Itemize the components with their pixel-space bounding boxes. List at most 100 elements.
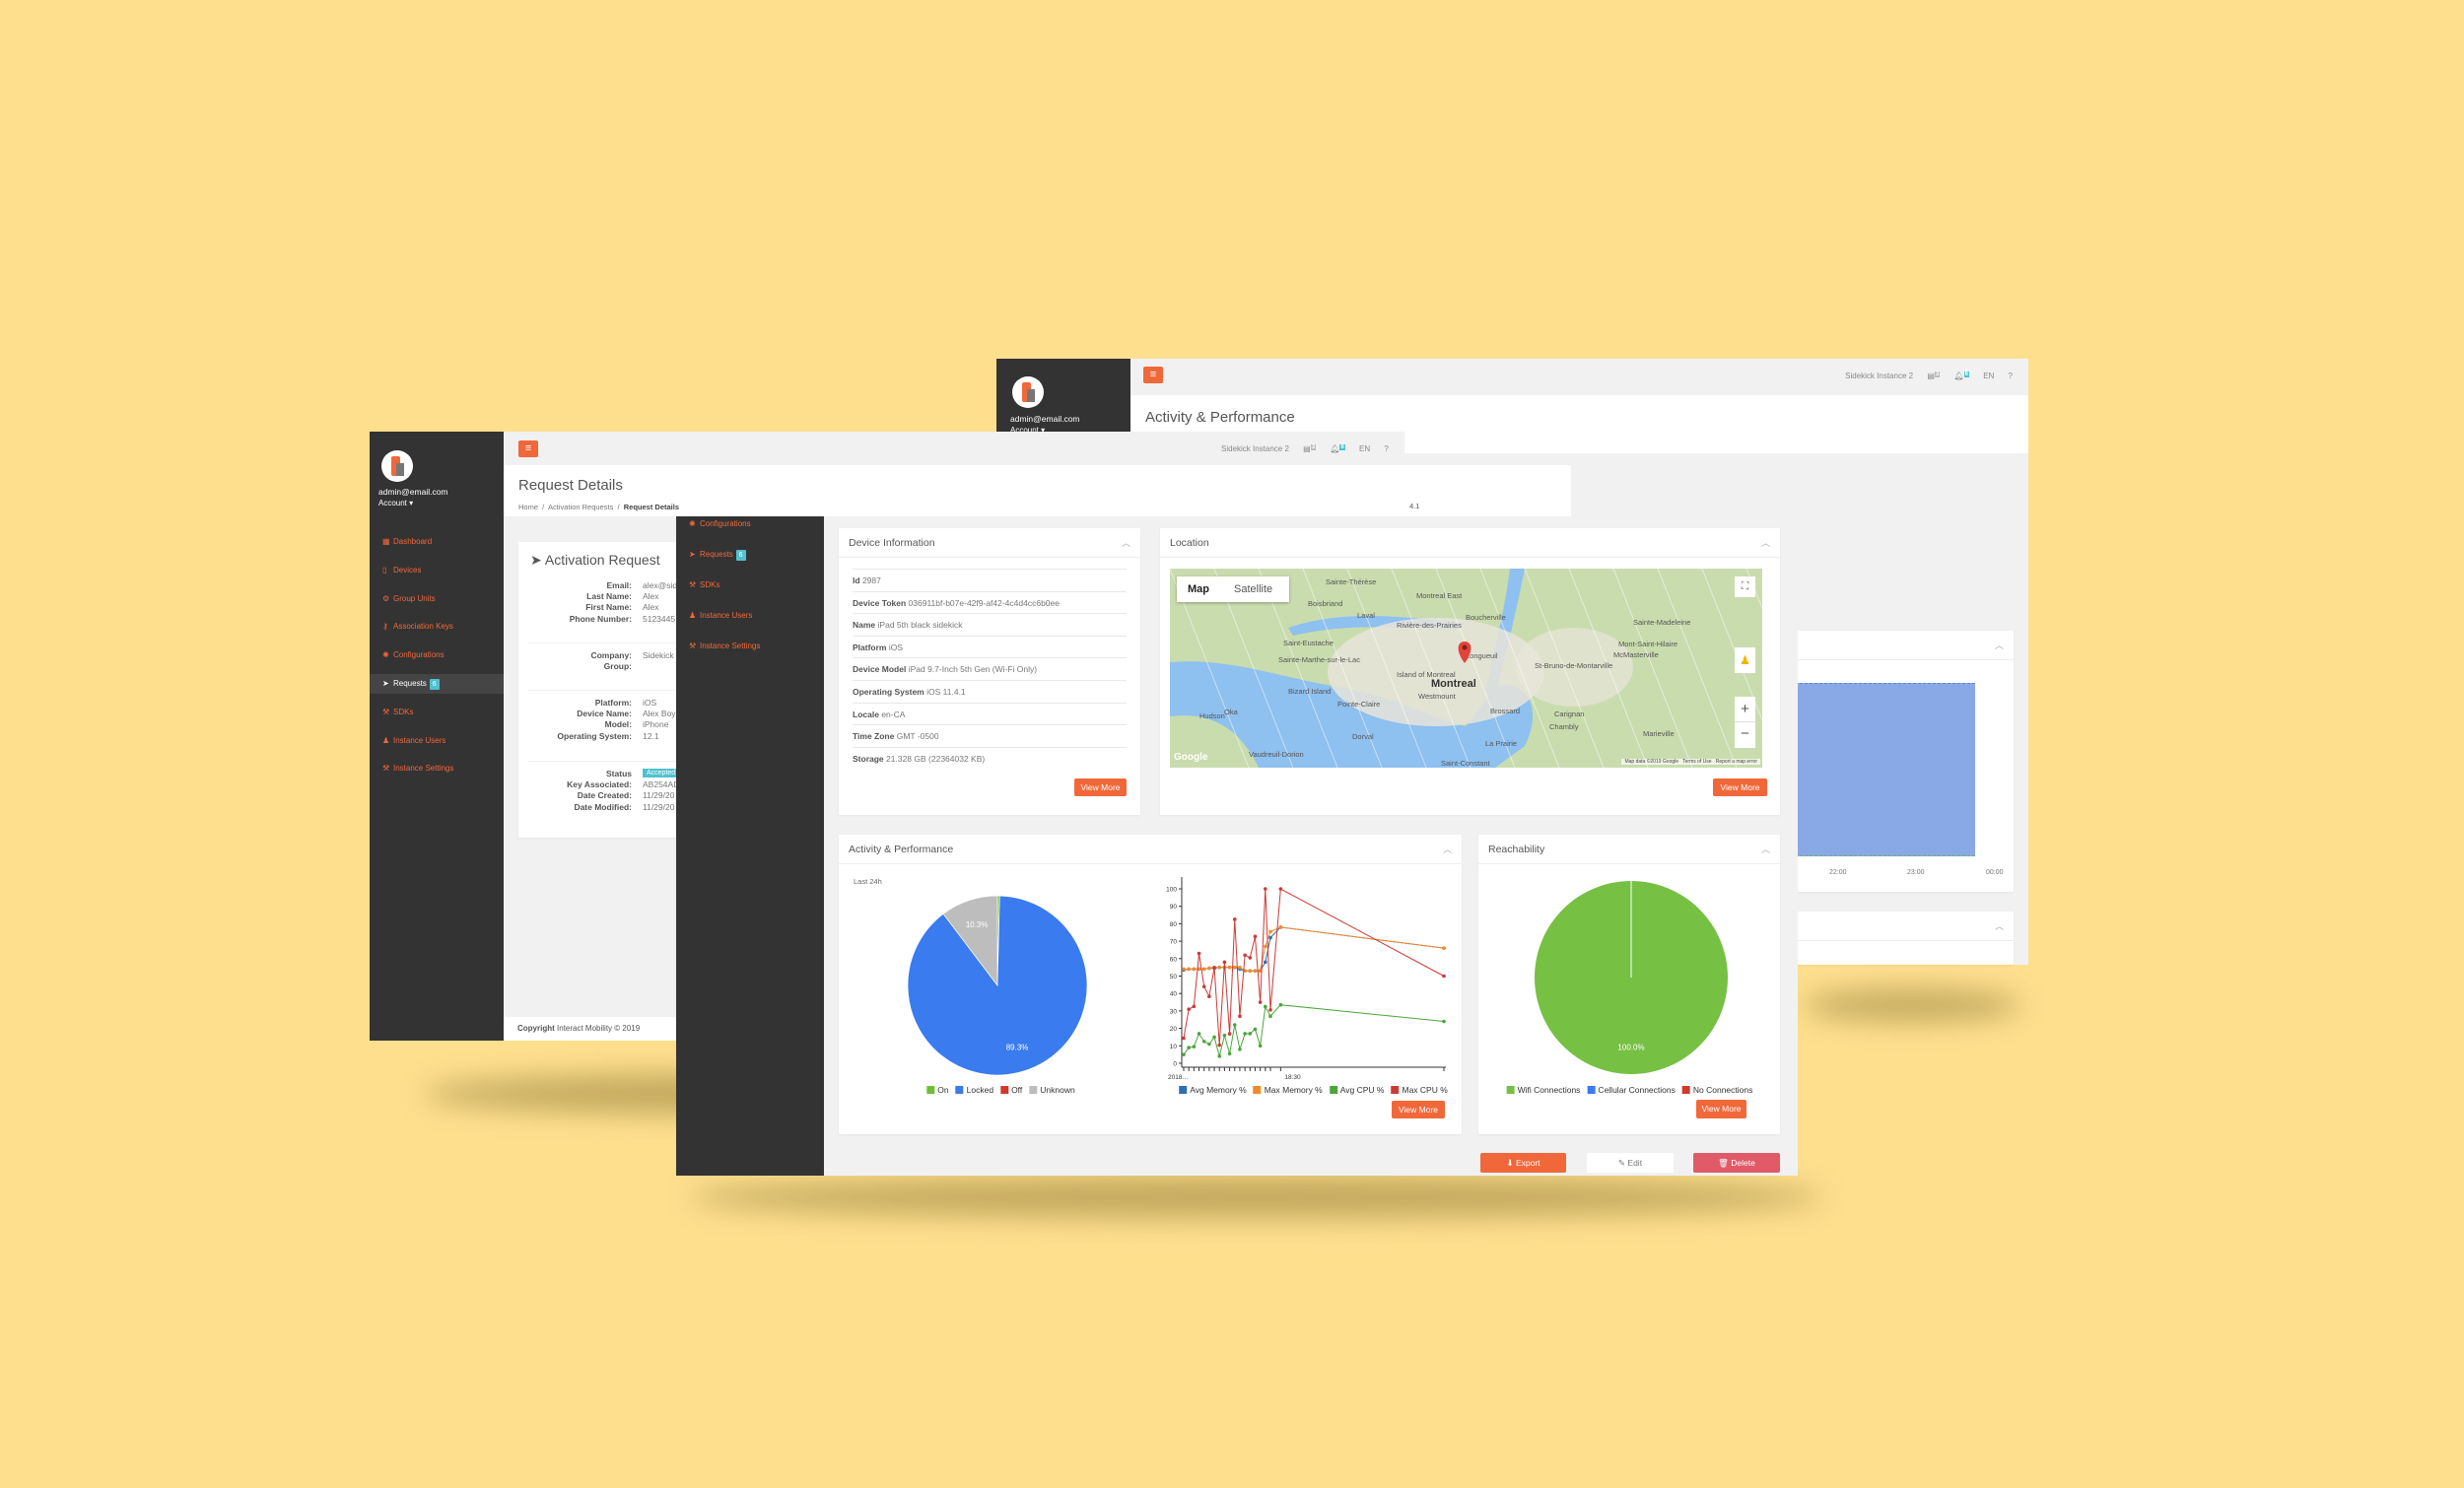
delete-button[interactable]: 🗑 Delete — [1693, 1153, 1780, 1173]
collapse-icon[interactable]: ︿ — [1761, 528, 1770, 558]
tasks-icon[interactable]: ▤3 — [1927, 372, 1941, 380]
collapse-icon[interactable]: ︿ — [1995, 912, 2004, 941]
sidebar-item-group-units[interactable]: ⚙ Group Units — [370, 589, 504, 609]
field-value: iPhone — [643, 719, 669, 730]
legend-swatch — [926, 1086, 935, 1094]
help-icon[interactable]: ? — [1384, 444, 1388, 453]
help-icon[interactable]: ? — [2009, 372, 2013, 380]
sidebar-item-dashboard[interactable]: ▦ Dashboard — [370, 532, 504, 552]
terms-link[interactable]: Terms of Use — [1682, 759, 1711, 765]
data-point-max-memory- — [1182, 967, 1186, 972]
menu-toggle-button[interactable]: ≡ — [1143, 367, 1163, 383]
area-chart-card: ︿ 22:00 23:00 00:00 — [1785, 631, 2014, 892]
sidebar-item-devices[interactable]: ▯ Devices — [370, 561, 504, 580]
user-email: admin@email.com — [1010, 414, 1080, 424]
activity-performance-card: Activity & Performance ︿ Last 24h 89.3% 10… — [839, 835, 1462, 1134]
view-more-button[interactable]: View More — [1696, 1100, 1746, 1118]
sidebar-item-instance-settings[interactable]: ⚒ Instance Settings — [676, 637, 824, 656]
data-point-max-cpu- — [1197, 951, 1201, 956]
y-tick-label: 40 — [1170, 991, 1178, 998]
collapsed-card: ︿ — [1785, 912, 2014, 965]
sidebar-item-configurations[interactable]: ✺ Configurations — [370, 645, 504, 665]
field-value: Sidekick — [643, 650, 674, 660]
view-more-button[interactable]: View More — [1074, 778, 1127, 796]
fullscreen-icon[interactable]: ⛶ — [1735, 576, 1755, 597]
sidebar-item-instance-users[interactable]: ♟ Instance Users — [370, 731, 504, 751]
card-header: Location ︿ — [1160, 528, 1780, 558]
bell-icon[interactable]: 🔔︎6 — [1330, 444, 1345, 453]
map-type-satellite[interactable]: Satellite — [1234, 576, 1272, 602]
row-label: Device Model — [853, 664, 907, 675]
sidebar-item-instance-settings[interactable]: ⚒ Instance Settings — [370, 759, 504, 778]
breadcrumb-home[interactable]: Home — [518, 503, 538, 511]
view-more-button[interactable]: View More — [1713, 778, 1767, 796]
legend-label[interactable]: Off — [1011, 1085, 1022, 1095]
device-info-row: Time Zone GMT -0500 — [853, 724, 1127, 746]
zoom-in-button[interactable]: + — [1735, 697, 1755, 722]
field-value: Alex — [643, 602, 659, 613]
sidebar-item-configurations[interactable]: ✺ Configurations — [676, 514, 824, 534]
sidebar-item-label: Requests — [393, 679, 427, 688]
map-label: Boucherville — [1466, 613, 1506, 622]
legend-label[interactable]: Avg CPU % — [1340, 1085, 1385, 1095]
breadcrumb-activation-requests[interactable]: Activation Requests — [548, 503, 613, 511]
data-point-max-memory- — [1442, 946, 1446, 950]
collapse-icon[interactable]: ︿ — [1122, 528, 1130, 558]
map[interactable]: Sainte-Thérèse Boisbriand Laval Montreal Ea… — [1170, 569, 1762, 768]
collapse-icon[interactable]: ︿ — [1443, 835, 1452, 864]
report-link[interactable]: Report a map error — [1716, 759, 1757, 765]
y-tick-label: 70 — [1170, 939, 1178, 946]
performance-line-chart: 0 10 20 30 40 50 60 70 80 90 100 2018… 18:30 — [1166, 877, 1446, 1081]
sidebar-item-sdks[interactable]: ⚒ SDKs — [676, 575, 824, 595]
map-label: McMasterville — [1613, 650, 1659, 659]
sidebar-item-requests[interactable]: ➤ Requests 6 — [370, 674, 504, 694]
sidebar-item-instance-users[interactable]: ♟ Instance Users — [676, 606, 824, 626]
data-point-max-cpu- — [1187, 1007, 1191, 1011]
legend-label[interactable]: Max CPU % — [1402, 1085, 1447, 1095]
map-label: Carignan — [1554, 710, 1584, 718]
street-view-icon[interactable]: ♟ — [1735, 647, 1755, 673]
google-logo: Google — [1174, 752, 1208, 763]
sidebar-item-association-keys[interactable]: ⚷ Association Keys — [370, 617, 504, 637]
data-point-avg-cpu- — [1232, 1023, 1237, 1027]
instance-name[interactable]: Sidekick Instance 2 — [1221, 444, 1289, 453]
legend-label[interactable]: Cellular Connections — [1598, 1085, 1675, 1095]
map-type-map[interactable]: Map — [1188, 576, 1209, 602]
mobile-icon: ▯ — [382, 565, 387, 575]
legend-label[interactable]: Avg Memory % — [1190, 1085, 1246, 1095]
language-selector[interactable]: EN — [1983, 372, 1994, 380]
legend-label[interactable]: Locked — [967, 1085, 993, 1095]
map-label: Pointe-Claire — [1337, 700, 1380, 709]
legend-label[interactable]: Max Memory % — [1265, 1085, 1323, 1095]
legend-label[interactable]: Wifi Connections — [1518, 1085, 1581, 1095]
device-info-row: Operating System iOS 11.4.1 — [853, 680, 1127, 702]
edit-button[interactable]: ✎ Edit — [1587, 1153, 1674, 1173]
menu-toggle-button[interactable]: ≡ — [518, 440, 538, 457]
sidebar-item-sdks[interactable]: ⚒ SDKs — [370, 703, 504, 722]
breadcrumb-current: Request Details — [623, 503, 680, 511]
collapse-icon[interactable]: ︿ — [1995, 631, 2004, 660]
export-button[interactable]: ⬇ Export — [1480, 1153, 1566, 1173]
zoom-out-button[interactable]: − — [1735, 722, 1755, 748]
topbar-right: Sidekick Instance 2 ▤3 🔔︎6 EN ? — [1209, 444, 1389, 453]
language-selector[interactable]: EN — [1359, 444, 1370, 453]
legend-swatch — [1391, 1086, 1400, 1094]
legend-label[interactable]: Unknown — [1040, 1085, 1074, 1095]
map-label: St-Bruno-de-Montarville — [1535, 661, 1612, 670]
instance-name[interactable]: Sidekick Instance 2 — [1845, 372, 1913, 380]
tasks-icon[interactable]: ▤3 — [1303, 444, 1317, 453]
bell-icon[interactable]: 🔔︎6 — [1953, 372, 1969, 380]
sidebar-item-requests[interactable]: ➤ Requests 6 — [676, 545, 824, 565]
x-tick: 00:00 — [1986, 869, 2004, 876]
account-menu[interactable]: Account ▾ — [378, 499, 413, 507]
row-label: Id — [853, 575, 860, 585]
window-shadow — [1804, 990, 2020, 1020]
view-more-button[interactable]: View More — [1392, 1101, 1445, 1118]
legend-label[interactable]: On — [937, 1085, 948, 1095]
legend-label[interactable]: No Connections — [1693, 1085, 1752, 1095]
x-tick-label: 2018… — [1168, 1074, 1189, 1081]
data-point-avg-cpu- — [1238, 1048, 1242, 1051]
data-point-avg-cpu- — [1253, 1027, 1258, 1032]
data-point-avg-cpu- — [1197, 1032, 1201, 1036]
attribution-text: Map data ©2019 Google — [1624, 759, 1679, 765]
